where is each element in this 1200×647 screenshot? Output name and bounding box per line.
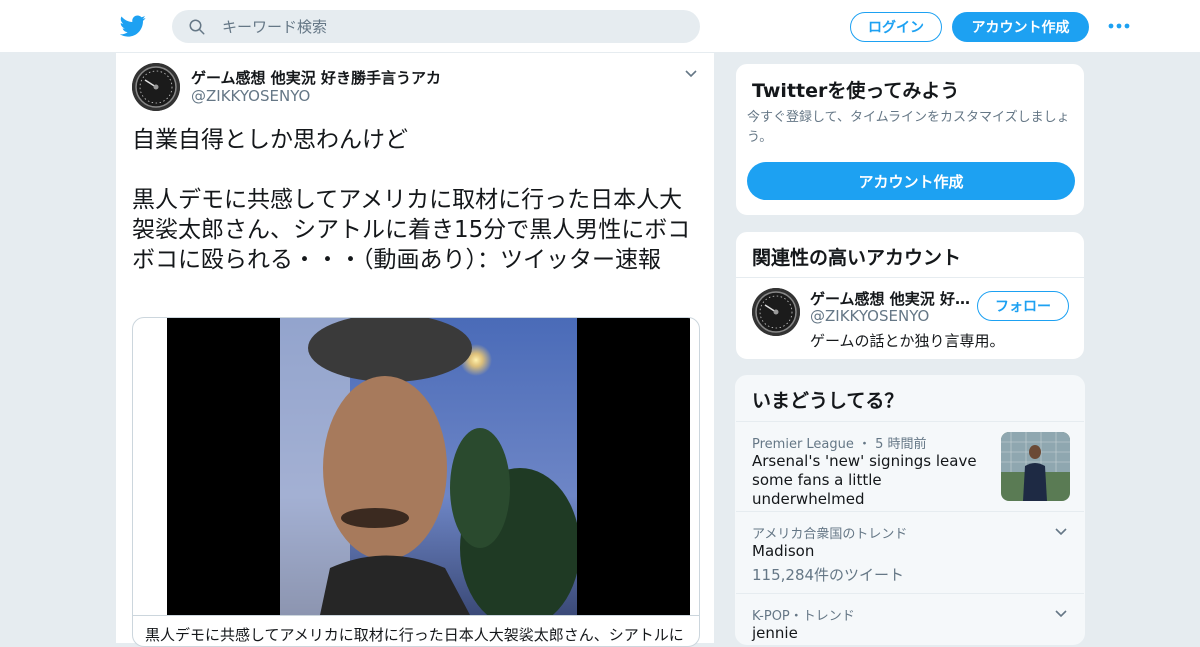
divider [736,593,1084,594]
related-accounts-card: 関連性の高いアカウント ゲーム感想 他実況 好き勝手言うアカ @ZIKKYOSE… [735,231,1085,360]
trend-meta: Premier League ・ 5 時間前 [752,437,927,452]
chevron-down-icon[interactable] [684,69,698,79]
chevron-down-icon[interactable] [1054,609,1068,619]
related-account-bio: ゲームの話とか独り言専用。 [810,332,1005,350]
signup-card-button[interactable]: アカウント作成 [747,162,1075,200]
trend-title[interactable]: jennie [752,624,798,643]
divider [736,511,1084,512]
search-input[interactable] [222,10,682,43]
related-account-name[interactable]: ゲーム感想 他実況 好き勝手言うアカ [810,288,978,309]
trend-title[interactable]: Arsenal's 'new' signings leave some fans… [752,452,992,509]
search-bar [172,10,700,43]
tweet-card: ゲーム感想 他実況 好き勝手言うアカ @ZIKKYOSENYO 自業自得としか思… [115,53,715,647]
divider [736,421,1084,422]
signup-button[interactable]: アカウント作成 [952,12,1089,42]
tweet-text: 自業自得としか思わんけど 黒人デモに共感してアメリカに取材に行った日本人大袈裟太… [132,127,691,273]
search-icon [189,19,205,35]
related-accounts-title: 関連性の高いアカウント [752,247,962,269]
login-button[interactable]: ログイン [850,12,942,42]
speedometer-avatar-image [132,63,180,111]
more-options-icon[interactable] [1108,22,1130,30]
link-preview-title[interactable]: 黒人デモに共感してアメリカに取材に行った日本人大袈裟太郎さん、シアトルに [133,615,699,646]
author-handle[interactable]: @ZIKKYOSENYO [191,87,310,105]
speedometer-avatar-image [752,288,800,336]
twitter-logo-icon[interactable] [120,13,146,39]
trend-tweet-count: 115,284件のツイート [752,566,905,584]
signup-promo-card: Twitterを使ってみよう 今すぐ登録して、タイムラインをカスタマイズしましょ… [735,63,1085,216]
trends-card: いまどうしてる？ Premier League ・ 5 時間前 Arsenal'… [735,375,1085,645]
trend-meta: アメリカ合衆国のトレンド [752,527,908,542]
trends-title: いまどうしてる？ [752,390,904,412]
trend-title[interactable]: Madison [752,542,814,561]
signup-card-description: 今すぐ登録して、タイムラインをカスタマイズしましょう。 [747,110,1070,145]
top-navigation-bar: ログイン アカウント作成 [0,0,1200,53]
trend-meta: K-POP・トレンド [752,609,855,624]
video-frame-image [280,318,577,615]
related-account-handle[interactable]: @ZIKKYOSENYO [810,307,929,325]
trend-thumbnail-image[interactable] [1001,432,1070,501]
author-avatar[interactable] [132,63,180,111]
signup-card-title: Twitterを使ってみよう [752,80,960,102]
chevron-down-icon[interactable] [1054,527,1068,537]
follow-button[interactable]: フォロー [977,291,1069,321]
divider [736,277,1084,278]
link-preview-card[interactable]: 黒人デモに共感してアメリカに取材に行った日本人大袈裟太郎さん、シアトルに [132,317,700,647]
related-account-avatar[interactable] [752,288,800,336]
author-name[interactable]: ゲーム感想 他実況 好き勝手言うアカ [191,67,441,88]
video-thumbnail[interactable] [167,318,690,615]
